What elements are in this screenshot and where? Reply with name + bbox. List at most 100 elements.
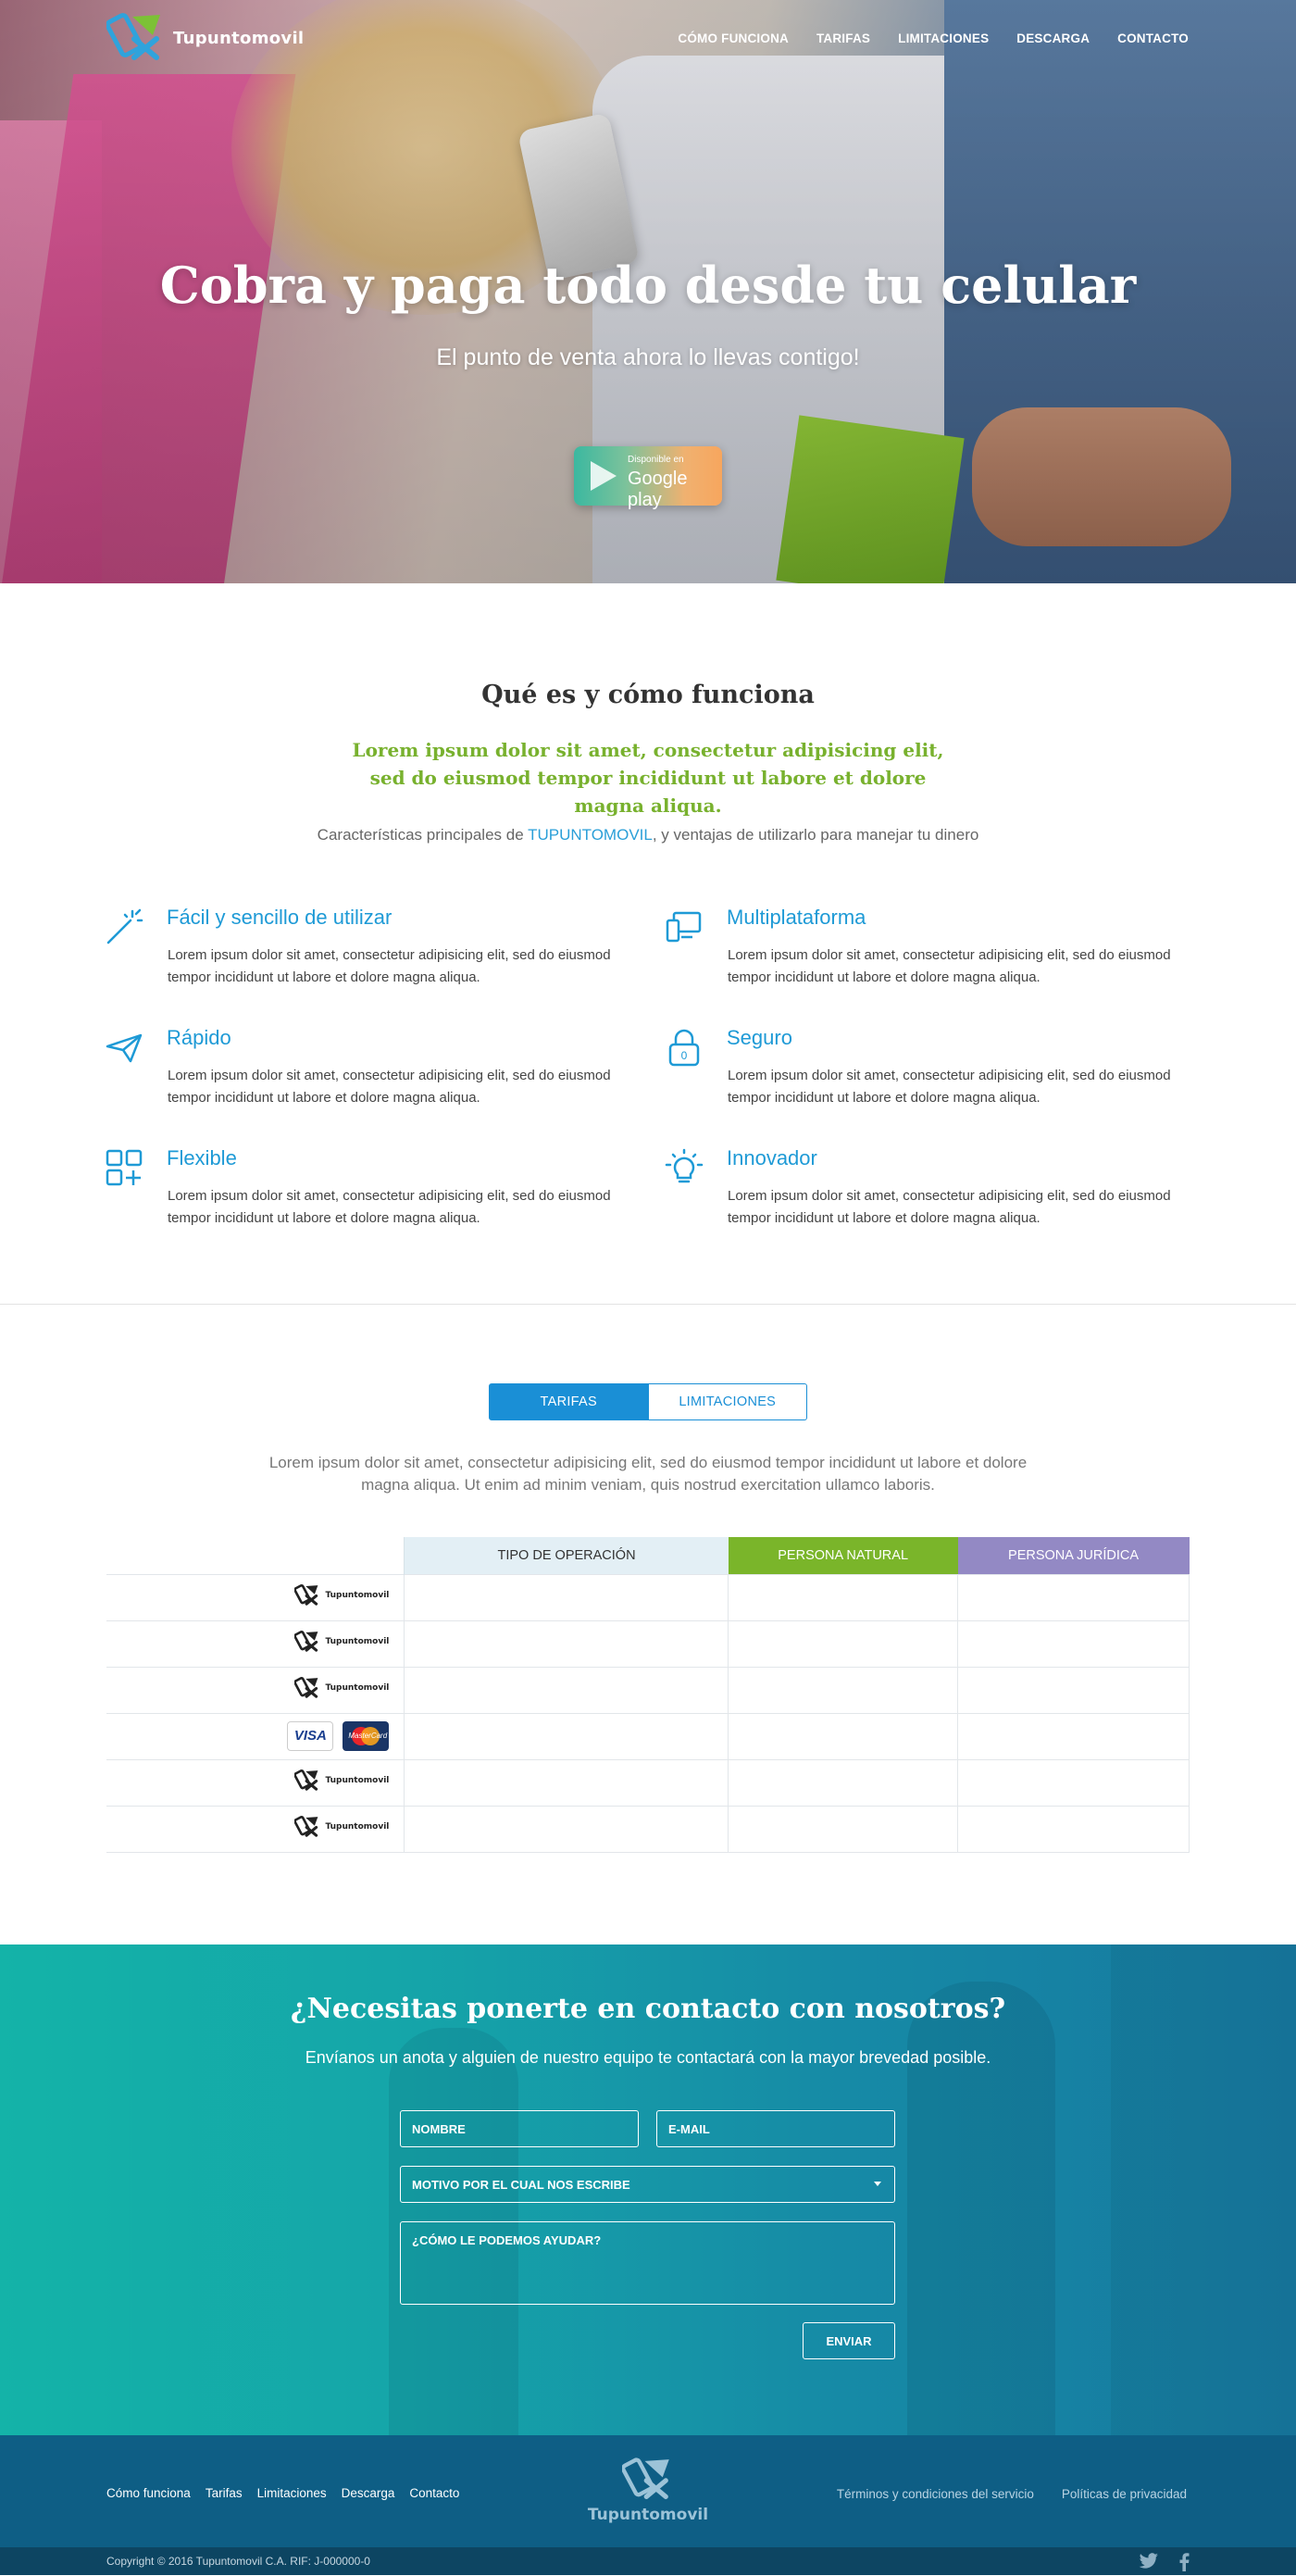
social-links [1138, 2553, 1190, 2576]
table-row: Tupuntomovil [106, 1619, 1190, 1667]
hero-title: Cobra y paga todo desde tu celular [159, 256, 1137, 315]
row-brand-logo: Tupuntomovil [293, 1676, 389, 1700]
nav-descarga[interactable]: DESCARGA [1016, 31, 1090, 45]
tab-tarifas[interactable]: TARIFAS [489, 1383, 649, 1420]
privacy-link[interactable]: Políticas de privacidad [1062, 2487, 1187, 2501]
nav-como-funciona[interactable]: CÓMO FUNCIONA [678, 31, 789, 45]
main-nav: CÓMO FUNCIONA TARIFAS LIMITACIONES DESCA… [678, 31, 1189, 45]
intro-text: Características principales de [317, 826, 529, 844]
table-cell [957, 1758, 1190, 1806]
logo-mark-icon [293, 1583, 320, 1607]
feature-rapido: Rápido Lorem ipsum dolor sit amet, conse… [105, 1026, 623, 1120]
table-row: Tupuntomovil [106, 1805, 1190, 1853]
footer-link-descarga[interactable]: Descarga [342, 2486, 395, 2500]
contact-title: ¿Necesitas ponerte en contacto con nosot… [290, 1993, 1006, 2025]
feature-text: Lorem ipsum dolor sit amet, consectetur … [728, 1068, 1171, 1106]
table-cell [957, 1666, 1190, 1713]
send-button[interactable]: ENVIAR [803, 2322, 895, 2359]
twitter-icon[interactable] [1138, 2553, 1160, 2576]
feature-facil: Fácil y sencillo de utilizar Lorem ipsum… [105, 906, 623, 1000]
chevron-down-icon [874, 2182, 881, 2186]
feature-title: Flexible [167, 1146, 237, 1169]
feature-multiplataforma: Multiplataforma Lorem ipsum dolor sit am… [665, 906, 1183, 1000]
feature-title: Innovador [727, 1146, 817, 1169]
magic-wand-icon [105, 907, 143, 946]
lightbulb-icon [665, 1148, 704, 1187]
footer-link-contacto[interactable]: Contacto [409, 2486, 459, 2500]
feature-flexible: Flexible Lorem ipsum dolor sit amet, con… [105, 1146, 623, 1241]
table-cell [728, 1758, 959, 1806]
feature-innovador: Innovador Lorem ipsum dolor sit amet, co… [665, 1146, 1183, 1241]
copyright: Copyright © 2016 Tupuntomovil C.A. RIF: … [106, 2555, 370, 2568]
google-play-button[interactable]: Disponible en Google play [574, 446, 722, 510]
hero-section: Tupuntomovil CÓMO FUNCIONA TARIFAS LIMIT… [0, 0, 1296, 583]
intro-brand: TUPUNTOMOVIL [528, 826, 653, 844]
bottom-bar: Copyright © 2016 Tupuntomovil C.A. RIF: … [0, 2547, 1296, 2575]
column-header-operacion: TIPO DE OPERACIÓN [404, 1537, 729, 1574]
feature-seguro: 0 Seguro Lorem ipsum dolor sit amet, con… [665, 1026, 1183, 1120]
reason-select[interactable]: MOTIVO POR EL CUAL NOS ESCRIBE [400, 2166, 895, 2203]
table-row: Tupuntomovil [106, 1666, 1190, 1713]
table-cell [957, 1805, 1190, 1853]
message-field[interactable]: ¿CÓMO LE PODEMOS AYUDAR? [400, 2221, 895, 2305]
mastercard-icon: MasterCard [343, 1721, 390, 1751]
devices-icon [665, 907, 704, 946]
nav-tarifas[interactable]: TARIFAS [816, 31, 870, 45]
name-field[interactable]: NOMBRE [400, 2110, 639, 2147]
about-lead: Lorem ipsum dolor sit amet, consectetur … [352, 739, 944, 817]
logo-mark-icon [293, 1676, 320, 1700]
footer: Cómo funciona Tarifas Limitaciones Desca… [0, 2435, 1296, 2547]
svg-text:0: 0 [681, 1049, 688, 1062]
tab-limitaciones[interactable]: LIMITACIONES [648, 1383, 807, 1420]
feature-text: Lorem ipsum dolor sit amet, consectetur … [168, 1188, 611, 1226]
contact-subtitle: Envíanos un anota y alguien de nuestro e… [305, 2048, 991, 2067]
column-header-natural: PERSONA NATURAL [728, 1537, 958, 1574]
logo-mark-icon [105, 11, 166, 65]
feature-title: Fácil y sencillo de utilizar [167, 906, 393, 929]
section-divider [0, 1304, 1296, 1305]
row-brand-text: Tupuntomovil [325, 1590, 390, 1600]
footer-logo-text: Tupuntomovil [587, 2506, 709, 2524]
logo-text: Tupuntomovil [173, 28, 305, 48]
paper-plane-icon [105, 1028, 143, 1067]
logo-mark-icon [293, 1630, 320, 1654]
footer-link-tarifas[interactable]: Tarifas [206, 2486, 243, 2500]
feature-title: Seguro [727, 1026, 792, 1049]
rates-table: TIPO DE OPERACIÓN PERSONA NATURAL PERSON… [106, 1537, 1190, 1853]
facebook-icon[interactable] [1178, 2553, 1190, 2576]
feature-title: Multiplataforma [727, 906, 866, 929]
table-row: Tupuntomovil [106, 1758, 1190, 1806]
rates-tabs: TARIFAS LIMITACIONES [489, 1383, 807, 1420]
table-cell [728, 1805, 959, 1853]
column-header-juridica: PERSONA JURÍDICA [957, 1537, 1190, 1574]
feature-text: Lorem ipsum dolor sit amet, consectetur … [728, 1188, 1171, 1226]
table-cell [404, 1712, 729, 1759]
nav-contacto[interactable]: CONTACTO [1117, 31, 1189, 45]
feature-text: Lorem ipsum dolor sit amet, consectetur … [728, 947, 1171, 985]
row-brand-text: Tupuntomovil [325, 1775, 390, 1785]
nav-limitaciones[interactable]: LIMITACIONES [898, 31, 989, 45]
google-play-small-label: Disponible en [628, 455, 684, 465]
rates-description: Lorem ipsum dolor sit amet, consectetur … [268, 1454, 1028, 1494]
table-cell [404, 1758, 729, 1806]
site-logo[interactable]: Tupuntomovil [105, 11, 305, 65]
terms-link[interactable]: Términos y condiciones del servicio [837, 2487, 1034, 2501]
footer-nav: Cómo funciona Tarifas Limitaciones Desca… [106, 2486, 459, 2500]
email-field[interactable]: E-MAIL [656, 2110, 895, 2147]
feature-text: Lorem ipsum dolor sit amet, consectetur … [168, 947, 611, 985]
row-brand-logo: Tupuntomovil [293, 1769, 390, 1793]
table-cell [728, 1573, 959, 1620]
about-title: Qué es y cómo funciona [481, 681, 815, 709]
feature-text: Lorem ipsum dolor sit amet, consectetur … [168, 1068, 611, 1106]
footer-logo[interactable]: Tupuntomovil [583, 2456, 713, 2530]
row-brand-text: Tupuntomovil [325, 1821, 390, 1832]
footer-link-como-funciona[interactable]: Cómo funciona [106, 2486, 191, 2500]
footer-link-limitaciones[interactable]: Limitaciones [257, 2486, 327, 2500]
table-cell [404, 1573, 729, 1620]
row-brand-logo: Tupuntomovil [293, 1630, 389, 1654]
google-play-icon [591, 461, 617, 491]
reason-select-value: MOTIVO POR EL CUAL NOS ESCRIBE [412, 2177, 630, 2192]
google-play-label: Google play [628, 469, 688, 510]
table-cell [404, 1805, 729, 1853]
logo-mark-icon [293, 1769, 320, 1793]
